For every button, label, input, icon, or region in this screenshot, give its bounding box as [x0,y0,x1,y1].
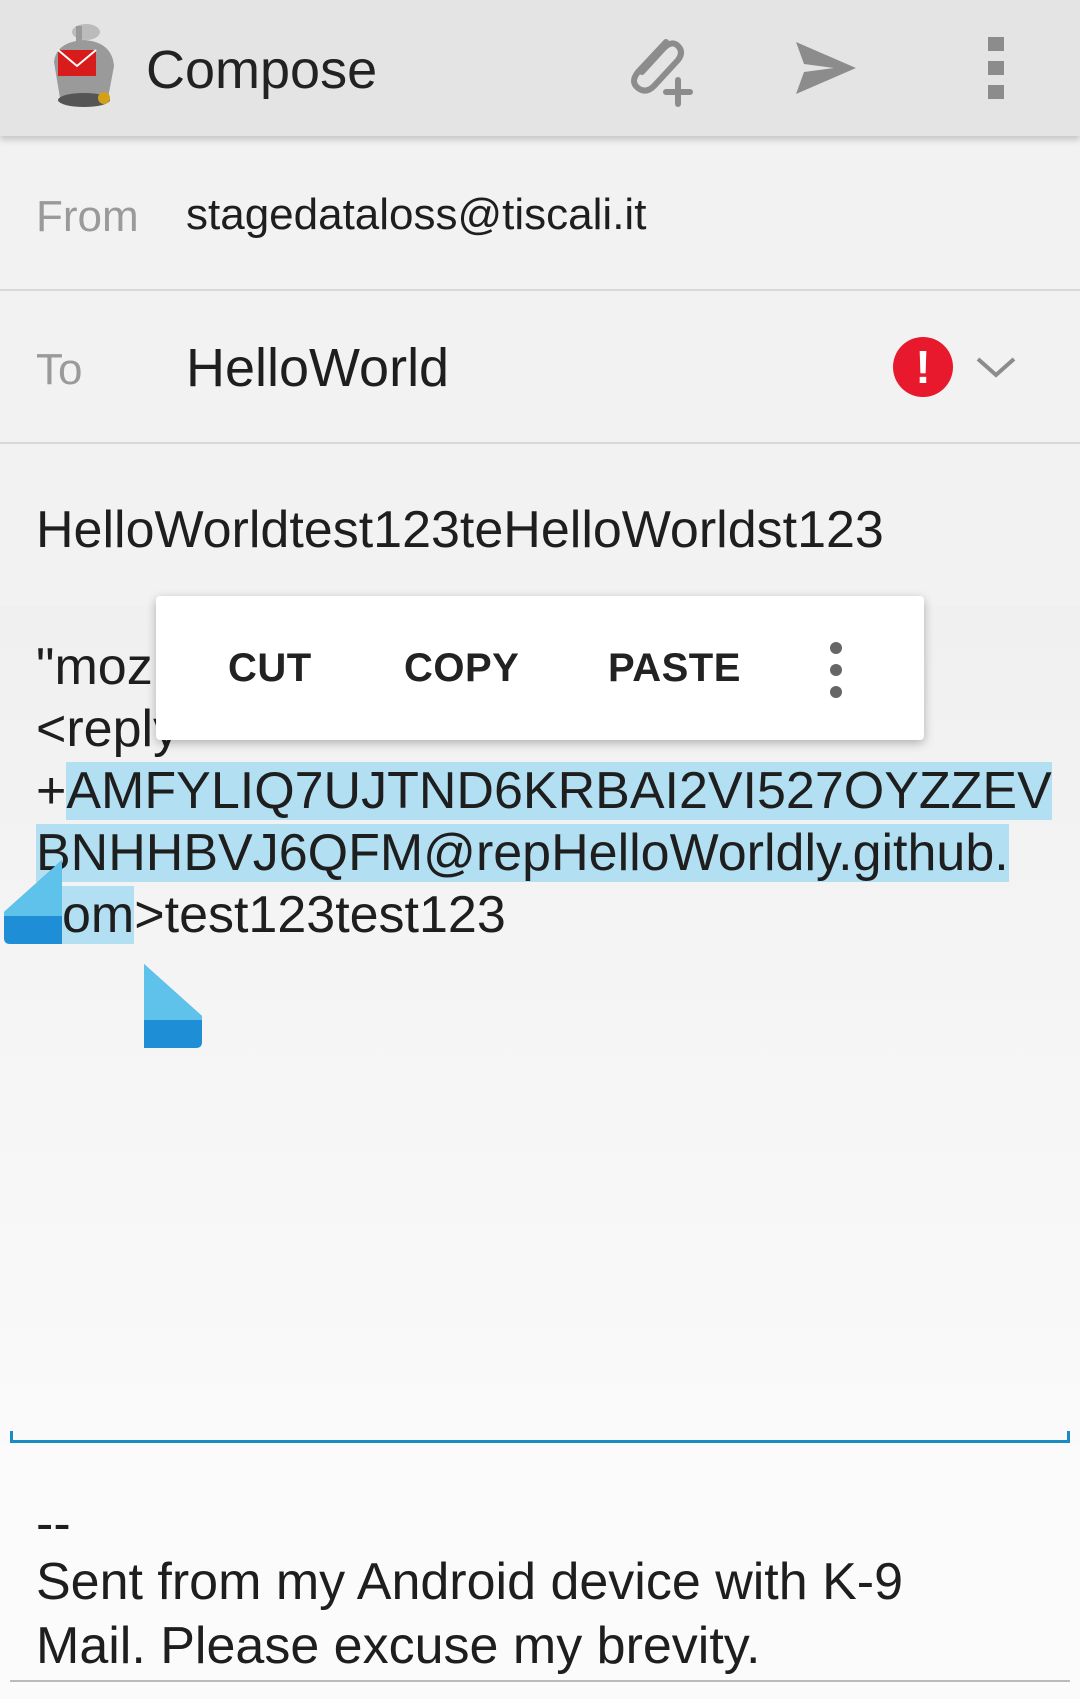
from-row[interactable]: From stagedataloss@tiscali.it [0,136,1080,291]
send-icon [796,42,856,94]
overflow-menu-icon [988,37,1004,99]
from-account[interactable]: stagedataloss@tiscali.it [186,190,646,240]
body-line: "moz [36,638,153,696]
copy-button[interactable]: COPY [404,646,519,691]
attach-button[interactable] [616,24,704,112]
to-row[interactable]: To HelloWorld ! [0,291,1080,444]
k9-mail-logo-icon[interactable] [46,22,122,108]
selected-text: BNHHBVJ6QFM@repHelloWorldly.github. [36,824,1009,882]
attach-icon [631,39,693,107]
cut-button[interactable]: CUT [228,646,312,691]
signature-line: Mail. Please excuse my brevity. [36,1617,761,1675]
subject-row[interactable]: HelloWorldtest123teHelloWorldst123 [0,444,1080,608]
to-label: To [36,345,83,394]
signature-underline [10,1680,1070,1682]
selected-text: AMFYLIQ7UJTND6KRBAI2VI527OYZZEV [66,762,1052,820]
signature-area[interactable]: -- Sent from my Android device with K-9 … [0,1446,1080,1699]
chevron-down-icon[interactable] [972,343,1020,391]
body-line: com>test123test123 [36,886,506,944]
body-underline [10,1431,1070,1443]
from-label: From [36,192,139,241]
body-line: BNHHBVJ6QFM@repHelloWorldly.github. [36,822,1009,884]
page-title: Compose [146,40,378,100]
selection-end-handle[interactable] [140,962,204,1052]
text-selection-menu: CUT COPY PASTE [156,596,924,740]
subject-field[interactable]: HelloWorldtest123teHelloWorldst123 [36,500,884,560]
selection-start-handle[interactable] [2,858,66,948]
body-line: +AMFYLIQ7UJTND6KRBAI2VI527OYZZEV [36,762,1052,820]
signature-line: Sent from my Android device with K-9 [36,1553,904,1611]
send-button[interactable] [782,24,870,112]
paste-button[interactable]: PASTE [608,646,741,691]
to-field[interactable]: HelloWorld [186,337,449,399]
overflow-menu-button[interactable] [952,24,1040,112]
recipient-error-icon[interactable]: ! [893,337,953,397]
signature-separator: -- [36,1495,71,1553]
more-options-icon[interactable] [816,640,856,700]
app-toolbar: Compose [0,0,1080,136]
